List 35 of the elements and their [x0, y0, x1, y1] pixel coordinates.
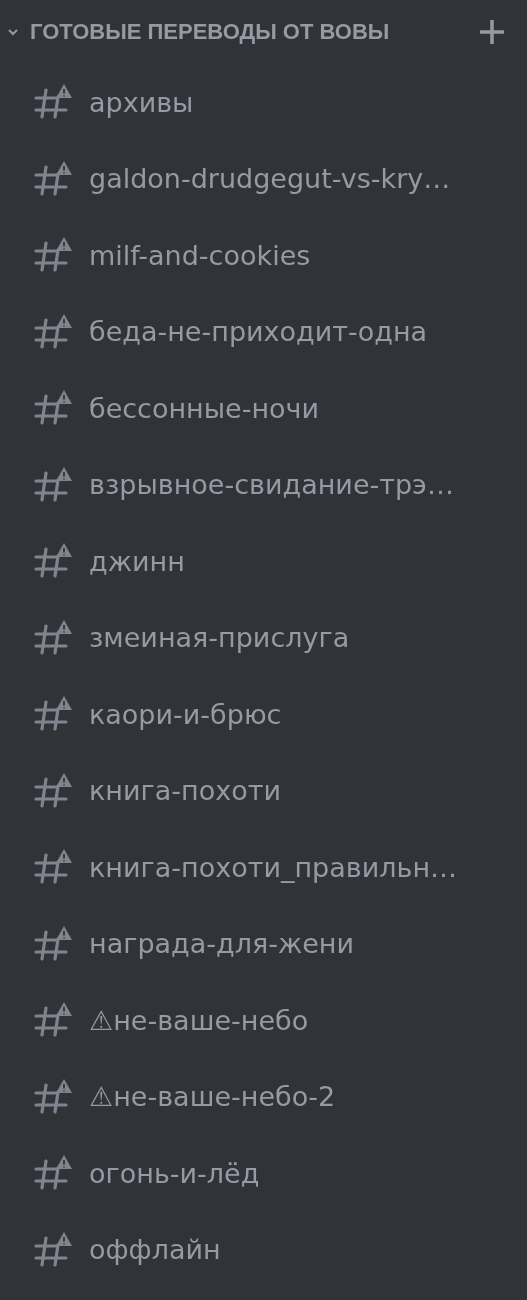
channel-item[interactable]: книга-похоти [0, 752, 527, 829]
add-channel-button[interactable] [477, 17, 507, 47]
channel-item[interactable]: оффлайн [0, 1211, 527, 1288]
channel-item[interactable]: джинн [0, 523, 527, 600]
channel-item[interactable]: ⚠не-ваше-небо [0, 982, 527, 1059]
channel-item[interactable]: архивы [0, 64, 527, 141]
hash-warning-icon [33, 696, 73, 733]
hash-warning-icon [33, 390, 73, 427]
hash-warning-icon [33, 84, 73, 121]
channel-item[interactable]: milf-and-cookies [0, 217, 527, 294]
hash-warning-icon [33, 1002, 73, 1039]
channel-item[interactable]: ⚠не-ваше-небо-2 [0, 1058, 527, 1135]
channel-item[interactable]: огонь-и-лёд [0, 1135, 527, 1212]
hash-warning-icon [33, 849, 73, 886]
channel-item[interactable]: каори-и-брюс [0, 676, 527, 753]
hash-warning-icon [33, 772, 73, 809]
channel-item[interactable]: книга-похоти_правильн… [0, 829, 527, 906]
hash-warning-icon [33, 925, 73, 962]
channel-item[interactable]: galdon-drudgegut-vs-kry… [0, 140, 527, 217]
category-title[interactable]: ГОТОВЫЕ ПЕРЕВОДЫ ОТ ВОВЫ [30, 19, 477, 45]
channel-item[interactable]: взрывное-свидание-трэ… [0, 446, 527, 523]
hash-warning-icon [33, 466, 73, 503]
hash-warning-icon [33, 619, 73, 656]
hash-warning-icon [33, 313, 73, 350]
hash-warning-icon [33, 237, 73, 274]
hash-warning-icon [33, 1155, 73, 1192]
hash-warning-icon [33, 543, 73, 580]
channel-item[interactable]: беда-не-приходит-одна [0, 293, 527, 370]
channel-item[interactable]: бессонные-ночи [0, 370, 527, 447]
plus-icon [478, 18, 506, 46]
hash-warning-icon [33, 160, 73, 197]
hash-warning-icon [33, 1231, 73, 1268]
channel-item[interactable]: награда-для-жени [0, 905, 527, 982]
hash-warning-icon [33, 1078, 73, 1115]
channel-item[interactable]: змеиная-прислуга [0, 599, 527, 676]
